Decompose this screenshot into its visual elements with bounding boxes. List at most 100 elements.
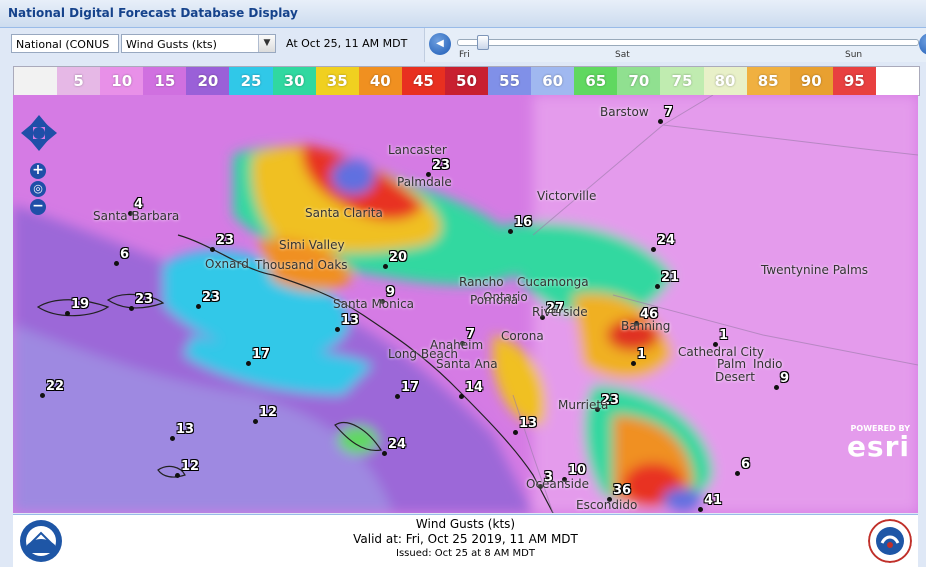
forecast-point-value: 6 <box>741 457 751 472</box>
forecast-point-marker[interactable] <box>735 471 740 476</box>
city-label: Banning <box>621 319 671 333</box>
forecast-point-marker[interactable] <box>658 119 663 124</box>
city-label: Santa Clarita <box>305 206 383 220</box>
city-label: Santa Barbara <box>93 209 180 223</box>
legend-cell: 10 <box>100 67 144 95</box>
forecast-point-marker[interactable] <box>210 247 215 252</box>
app-titlebar: National Digital Forecast Database Displ… <box>0 0 926 28</box>
map-footer: Wind Gusts (kts) Valid at: Fri, Oct 25 2… <box>13 514 918 567</box>
legend-cell: 50 <box>444 67 489 95</box>
pan-control[interactable] <box>21 115 57 151</box>
legend-cell: 70 <box>617 67 661 95</box>
forecast-point-value: 1 <box>637 347 647 362</box>
forecast-point-value: 12 <box>181 459 200 474</box>
city-label: Riverside <box>532 305 588 319</box>
chevron-down-icon[interactable]: ▼ <box>258 35 275 52</box>
nws-logo-icon <box>868 519 912 563</box>
forecast-point-marker[interactable] <box>459 394 464 399</box>
globe-icon[interactable]: ◎ <box>30 181 46 197</box>
forecast-point-marker[interactable] <box>40 393 45 398</box>
legend-cell: 25 <box>229 67 273 95</box>
city-label: Lancaster <box>388 143 447 157</box>
city-label: Corona <box>501 329 544 343</box>
legend-cell: 80 <box>703 67 747 95</box>
footer-issued-time: Issued: Oct 25 at 8 AM MDT <box>396 548 535 559</box>
forecast-point-marker[interactable] <box>383 264 388 269</box>
city-label: Thousand Oaks <box>255 258 348 272</box>
legend-cell: 85 <box>746 67 790 95</box>
forecast-point-marker[interactable] <box>65 311 70 316</box>
forecast-point-value: 13 <box>519 416 538 431</box>
forecast-point-value: 14 <box>465 380 484 395</box>
forecast-point-marker[interactable] <box>382 451 387 456</box>
forecast-point-value: 23 <box>432 158 451 173</box>
zoom-in-button[interactable]: + <box>30 163 46 179</box>
slider-thumb[interactable] <box>477 35 489 50</box>
slider-track <box>457 39 919 46</box>
city-label: Indio <box>753 357 783 371</box>
forecast-point-marker[interactable] <box>196 304 201 309</box>
forecast-point-value: 13 <box>176 422 195 437</box>
esri-brand: esri <box>846 430 910 463</box>
region-select[interactable]: National (CONUS <box>11 34 119 53</box>
forecast-point-value: 6 <box>120 247 130 262</box>
legend-cell: 40 <box>358 67 402 95</box>
forecast-point-marker[interactable] <box>774 385 779 390</box>
forecast-point-value: 9 <box>780 371 790 386</box>
city-label: Pomona <box>470 293 519 307</box>
city-label: Escondido <box>576 498 638 512</box>
step-forward-icon[interactable]: ▶ <box>919 33 926 55</box>
forecast-point-value: 36 <box>613 483 632 498</box>
forecast-point-marker[interactable] <box>114 261 119 266</box>
forecast-point-value: 12 <box>259 405 278 420</box>
toolbar: National (CONUS Wind Gusts (kts) ▼ At Oc… <box>0 28 926 62</box>
pan-arrows-icon[interactable] <box>21 115 57 151</box>
forecast-point-value: 1 <box>719 328 729 343</box>
step-back-icon[interactable]: ◀ <box>429 33 451 55</box>
color-legend: 5 10 15 20 25 30 35 40 45 50 55 60 65 70 75 80 85 90 95 <box>13 66 920 96</box>
forecast-point-value: 24 <box>657 233 676 248</box>
forecast-point-marker[interactable] <box>508 229 513 234</box>
legend-cell: 5 <box>57 67 101 95</box>
forecast-point-marker[interactable] <box>175 473 180 478</box>
city-label: Rancho <box>459 275 504 289</box>
forecast-point-value: 13 <box>341 313 360 328</box>
forecast-point-marker[interactable] <box>129 306 134 311</box>
legend-cell: 55 <box>488 67 532 95</box>
time-slider[interactable]: Fri Sat Sun <box>457 32 919 60</box>
forecast-point-marker[interactable] <box>698 507 703 512</box>
forecast-point-value: 41 <box>704 493 723 508</box>
city-label: Barstow <box>600 105 649 119</box>
city-label: Palm <box>717 357 747 371</box>
element-select[interactable]: Wind Gusts (kts) ▼ <box>121 34 276 53</box>
tick-label-sat: Sat <box>615 50 630 60</box>
forecast-point-value: 23 <box>135 292 154 307</box>
legend-cell: 90 <box>789 67 833 95</box>
city-label: Twentynine Palms <box>761 263 869 277</box>
forecast-point-value: 7 <box>664 105 674 120</box>
forecast-point-marker[interactable] <box>395 394 400 399</box>
forecast-map[interactable]: + ◎ − 7 23 4 16 24 6 23 20 21 19 23 23 9 27 46 13 1 7 17 1 2… <box>13 95 918 513</box>
forecast-point-marker[interactable] <box>246 361 251 366</box>
forecast-point-value: 10 <box>568 463 587 478</box>
tick-label-sun: Sun <box>845 50 863 60</box>
forecast-point-marker[interactable] <box>631 361 636 366</box>
footer-valid-time: Valid at: Fri, Oct 25 2019, 11 AM MDT <box>353 532 578 546</box>
forecast-point-marker[interactable] <box>655 284 660 289</box>
legend-cell: 15 <box>143 67 187 95</box>
forecast-point-marker[interactable] <box>513 430 518 435</box>
forecast-point-value: 17 <box>401 380 420 395</box>
zoom-out-button[interactable]: − <box>30 199 46 215</box>
app-title: National Digital Forecast Database Displ… <box>8 6 298 20</box>
forecast-point-marker[interactable] <box>335 327 340 332</box>
forecast-point-marker[interactable] <box>651 247 656 252</box>
city-label: Victorville <box>537 189 597 203</box>
forecast-point-marker[interactable] <box>170 436 175 441</box>
forecast-point-value: 23 <box>216 233 235 248</box>
forecast-point-value: 20 <box>389 250 408 265</box>
forecast-point-value: 19 <box>71 297 90 312</box>
forecast-point-marker[interactable] <box>253 419 258 424</box>
city-label: Palmdale <box>397 175 452 189</box>
legend-cell: 65 <box>574 67 618 95</box>
city-label: Murrieta <box>558 398 609 412</box>
